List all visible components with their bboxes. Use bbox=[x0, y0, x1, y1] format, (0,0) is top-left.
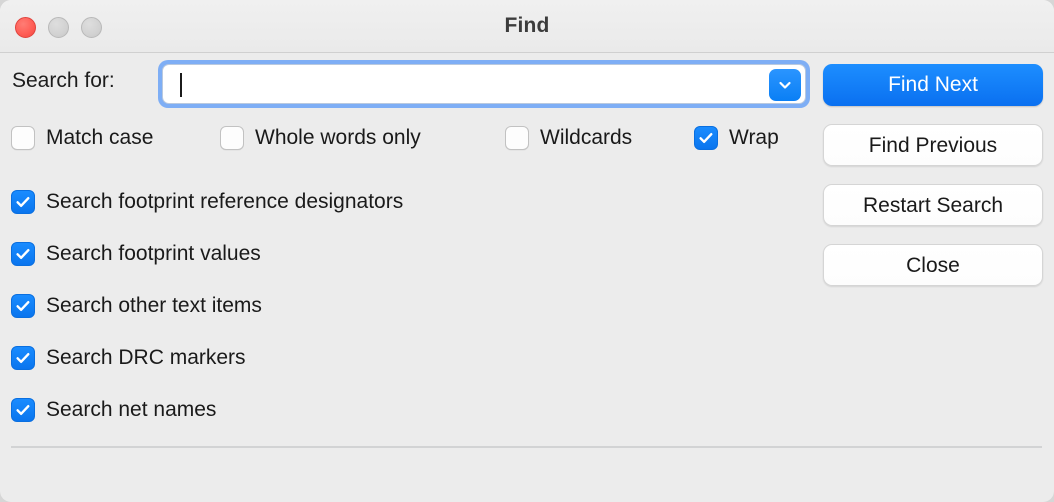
checkbox-label: Wrap bbox=[729, 126, 779, 149]
checkbox-whole-words-only[interactable]: Whole words only bbox=[220, 126, 421, 150]
checkbox-box[interactable] bbox=[11, 190, 35, 214]
find-dialog-window: Find Search for: Match case Whole words … bbox=[0, 0, 1054, 502]
checkbox-box[interactable] bbox=[11, 398, 35, 422]
window-title: Find bbox=[504, 14, 550, 37]
checkbox-label: Search net names bbox=[46, 398, 217, 421]
checkbox-box[interactable] bbox=[505, 126, 529, 150]
close-button[interactable]: Close bbox=[823, 244, 1043, 286]
search-scope-list: Search footprint reference designators S… bbox=[11, 190, 571, 450]
footer-separator bbox=[11, 446, 1042, 448]
title-bar: Find bbox=[0, 0, 1054, 53]
search-combobox-inner bbox=[162, 64, 806, 104]
search-input[interactable] bbox=[173, 65, 753, 103]
checkbox-search-net-names[interactable]: Search net names bbox=[11, 398, 571, 422]
checkbox-wildcards[interactable]: Wildcards bbox=[505, 126, 632, 150]
find-next-button[interactable]: Find Next bbox=[823, 64, 1043, 106]
checkbox-match-case[interactable]: Match case bbox=[11, 126, 153, 150]
search-label: Search for: bbox=[12, 69, 115, 92]
checkbox-label: Search DRC markers bbox=[46, 346, 246, 369]
checkbox-search-footprint-values[interactable]: Search footprint values bbox=[11, 242, 571, 266]
action-button-column: Find Next Find Previous Restart Search C… bbox=[823, 64, 1043, 304]
restart-search-button[interactable]: Restart Search bbox=[823, 184, 1043, 226]
checkbox-label: Search footprint reference designators bbox=[46, 190, 404, 213]
checkbox-label: Wildcards bbox=[540, 126, 633, 149]
checkbox-search-other-text-items[interactable]: Search other text items bbox=[11, 294, 571, 318]
checkbox-label: Search footprint values bbox=[46, 242, 261, 265]
checkbox-box[interactable] bbox=[694, 126, 718, 150]
checkbox-box[interactable] bbox=[11, 242, 35, 266]
checkbox-box[interactable] bbox=[220, 126, 244, 150]
checkbox-search-drc-markers[interactable]: Search DRC markers bbox=[11, 346, 571, 370]
search-options-row: Match case Whole words only Wildcards Wr… bbox=[0, 126, 810, 162]
checkbox-label: Whole words only bbox=[255, 126, 421, 149]
checkbox-label: Search other text items bbox=[46, 294, 262, 317]
find-previous-button[interactable]: Find Previous bbox=[823, 124, 1043, 166]
search-combobox[interactable] bbox=[158, 60, 810, 108]
checkbox-box[interactable] bbox=[11, 126, 35, 150]
checkbox-search-footprint-reference-designators[interactable]: Search footprint reference designators bbox=[11, 190, 571, 214]
checkbox-wrap[interactable]: Wrap bbox=[694, 126, 779, 150]
checkbox-box[interactable] bbox=[11, 346, 35, 370]
checkbox-box[interactable] bbox=[11, 294, 35, 318]
chevron-down-icon[interactable] bbox=[769, 69, 801, 101]
checkbox-label: Match case bbox=[46, 126, 154, 149]
